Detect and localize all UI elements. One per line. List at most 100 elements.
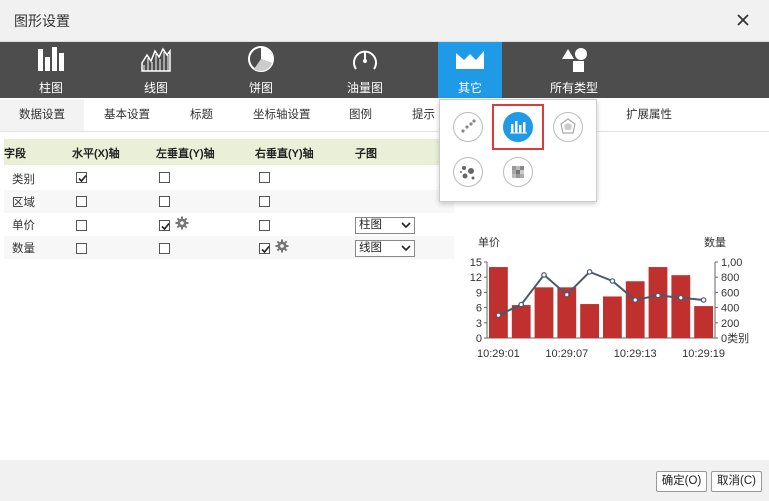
y-tick-label: 6 [476,303,482,315]
toolbar-item-label: 油量图 [346,81,383,95]
chevron-down-icon [401,222,411,229]
line-point [655,292,661,299]
left-y-axis-checkbox[interactable] [159,172,170,183]
line-point [541,272,547,278]
bar [511,305,531,338]
line-point [564,291,570,298]
tab-basic-settings[interactable]: 基本设置 [104,99,150,131]
tab-title[interactable]: 标题 [190,99,213,131]
bar [694,306,713,338]
toolbar-item-label: 线图 [143,81,168,95]
sub-chart-select[interactable]: 线图 [355,240,415,257]
toolbar-item-gauge[interactable]: 油量图 [333,42,397,98]
y2-tick-label: 800 [721,272,739,284]
line-chart-icon [141,47,171,72]
scatter-chart-icon[interactable] [453,112,483,142]
tab-legend[interactable]: 图例 [349,99,372,131]
bar [603,296,622,338]
left-y-axis-checkbox[interactable] [159,243,170,254]
other-chart-types-popup [439,99,597,202]
tab-data-settings[interactable]: 数据设置 [0,99,84,131]
chart-type-toolbar: 柱图 线图 饼图 油量图 其它 所有类型 [0,42,769,98]
x-tick-label: 10:29:13 [614,348,657,360]
header-field: 字段 [4,148,26,160]
field-name: 类别 [12,174,35,186]
left-y-axis-checkbox[interactable] [159,220,170,231]
toolbar-item-label: 其它 [457,81,482,95]
field-name: 数量 [12,243,35,255]
y-tick-label: 3 [476,318,482,330]
gear-icon[interactable] [175,216,189,230]
sub-chart-value: 柱图 [359,219,382,231]
toolbar-item-label: 所有类型 [549,81,598,95]
bar [625,281,645,338]
toolbar-item-line[interactable]: 线图 [124,42,188,98]
combo-chart-icon[interactable] [503,112,533,142]
heatmap-chart-icon[interactable] [503,157,533,187]
field-name: 单价 [12,220,35,232]
bar [671,275,691,338]
bar [489,267,508,338]
gear-icon[interactable] [275,239,289,253]
line-point [495,312,502,319]
x-axis-checkbox[interactable] [76,243,87,254]
y2-tick-label: 1,00 [721,257,742,269]
y2-tick-label: 600 [721,287,739,299]
right-y-axis-checkbox[interactable] [259,220,270,231]
close-icon[interactable] [733,10,753,30]
left-y-axis-checkbox[interactable] [159,196,170,207]
x-axis-checkbox[interactable] [76,196,87,207]
field-name: 区域 [12,197,35,209]
gauge-chart-icon [353,50,377,70]
y2-tick-label: 400 [721,303,739,315]
toolbar-item-label: 饼图 [248,81,273,95]
x-axis-checkbox[interactable] [76,220,87,231]
x-tick-label: 10:29:07 [545,348,588,360]
chart-preview: 单价 数量 15 12 9 6 3 0 1,00 800 600 400 200 0类别 10:29:01 1… [462,230,769,365]
toolbar-item-all-types[interactable]: 所有类型 [542,42,606,98]
toolbar-item-bar[interactable]: 柱图 [19,42,83,98]
x-axis-checkbox[interactable] [76,172,87,183]
bubble-chart-icon[interactable] [453,157,483,187]
y-tick-label: 12 [470,272,482,284]
right-y-axis-checkbox[interactable] [259,196,270,207]
ok-button[interactable]: 确定(O) [656,471,707,492]
tab-axis-settings[interactable]: 坐标轴设置 [253,99,311,131]
header-left-y-axis: 左垂直(Y)轴 [156,148,215,160]
right-y-axis-checkbox[interactable] [259,243,270,254]
dialog-title: 图形设置 [14,13,70,29]
toolbar-item-label: 柱图 [38,81,63,95]
tab-tooltip[interactable]: 提示 [412,99,435,131]
tab-extended-properties[interactable]: 扩展属性 [626,99,672,131]
line-point [678,294,684,301]
bar [648,267,668,338]
y2-tick-label: 0类别 [721,331,749,345]
right-y-axis-checkbox[interactable] [259,172,270,183]
chevron-down-icon [401,245,411,252]
sub-chart-select[interactable]: 柱图 [355,217,415,234]
line-point [632,297,639,303]
y-axis-title: 单价 [478,236,500,249]
table-row: 类别 [4,167,454,190]
x-tick-label: 10:29:01 [477,348,520,360]
header-sub-chart: 子图 [355,148,377,160]
toolbar-item-pie[interactable]: 饼图 [229,42,293,98]
y-tick-label: 9 [476,287,482,299]
x-tick-label: 10:29:19 [682,348,725,360]
line-point [586,269,593,275]
all-types-icon [562,48,587,72]
y2-axis-title: 数量 [704,236,726,249]
chart-svg: 单价 数量 15 12 9 6 3 0 1,00 800 600 400 2000类别 10:29:01 1… [470,236,749,360]
sub-chart-value: 线图 [359,242,382,254]
y-tick-label: 0 [476,333,482,345]
bar-chart-icon [38,47,64,71]
y2-tick-label: 200 [721,318,739,330]
line-point [700,297,707,303]
header-x-axis: 水平(X)轴 [72,148,120,160]
bar [580,304,599,338]
toolbar-item-other[interactable]: 其它 [438,42,502,98]
radar-chart-icon[interactable] [553,112,583,142]
pie-chart-icon [248,46,274,72]
other-chart-icon [456,51,484,69]
cancel-button[interactable]: 取消(C) [711,471,762,492]
